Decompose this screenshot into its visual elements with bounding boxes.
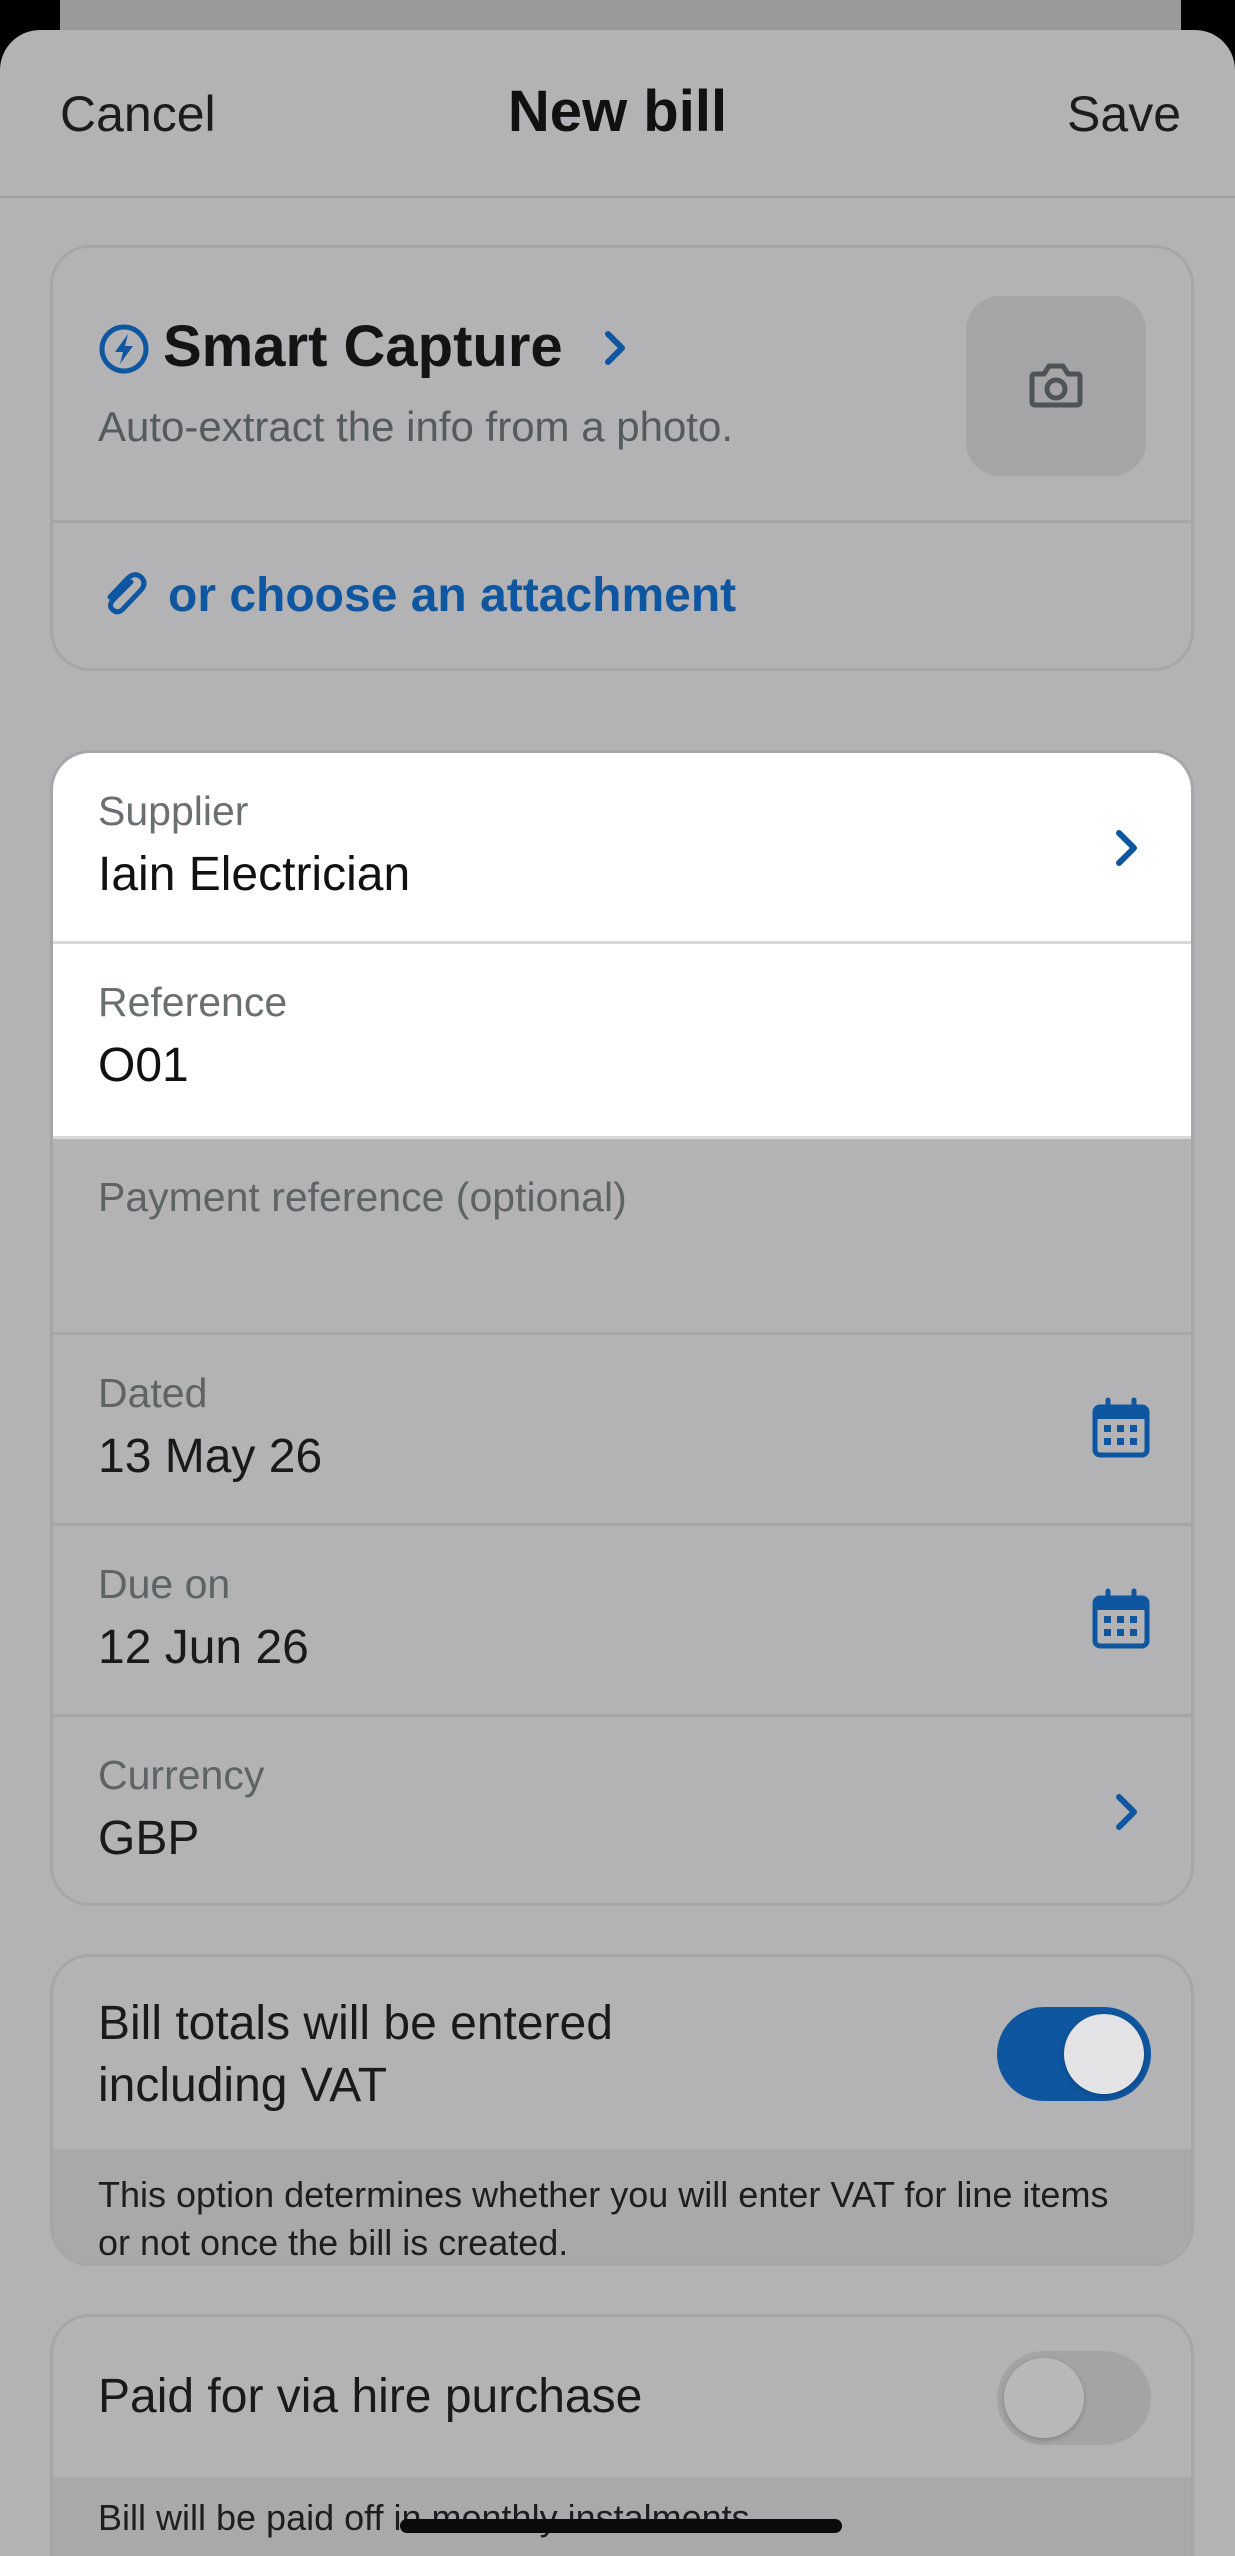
payment-reference-input[interactable]: Payment reference (optional) [98,1174,627,1221]
smart-capture-title: Smart Capture [163,314,563,379]
currency-label: Currency [98,1752,265,1798]
home-indicator [400,2519,842,2533]
calendar-icon[interactable] [1091,1588,1151,1650]
vat-toggle[interactable] [997,2007,1151,2101]
supplier-row[interactable]: Supplier Iain Electrician [53,753,1191,944]
dated-value: 13 May 26 [98,1430,323,1483]
chevron-right-icon [605,331,625,365]
page-title: New bill [507,79,728,144]
hire-purchase-label: Paid for via hire purchase [98,2370,643,2423]
toggle-knob [1064,2014,1144,2094]
vat-help-text: This option determines whether you will … [53,2149,1191,2263]
vat-row: Bill totals will be entered including VA… [53,1957,1191,2149]
save-button[interactable]: Save [1067,85,1181,143]
smart-capture-card: Smart Capture Auto-extract the info from… [50,245,1194,671]
smart-capture-row[interactable]: Smart Capture Auto-extract the info from… [53,248,1191,523]
supplier-value: Iain Electrician [98,848,411,901]
chevron-right-icon [1116,1794,1137,1830]
due-on-row[interactable]: Due on 12 Jun 26 [53,1526,1191,1717]
paperclip-icon [107,572,147,615]
currency-row[interactable]: Currency GBP [53,1717,1191,1903]
dated-row[interactable]: Dated 13 May 26 [53,1335,1191,1526]
smart-capture-bolt-icon [99,324,149,374]
toggle-knob [1004,2358,1084,2438]
due-on-value: 12 Jun 26 [98,1621,309,1674]
nav-bar: Cancel New bill Save [0,30,1235,198]
payment-reference-row[interactable]: Payment reference (optional) [53,1139,1191,1335]
reference-row[interactable]: Reference O01 [53,944,1191,1139]
hire-purchase-help-text: Bill will be paid off in monthly instalm… [53,2477,1191,2556]
calendar-icon[interactable] [1091,1397,1151,1459]
choose-attachment-row[interactable]: or choose an attachment [53,523,1191,668]
reference-label: Reference [98,979,288,1025]
vat-label: Bill totals will be entered including VA… [98,1997,613,2112]
new-bill-sheet: Cancel New bill Save Smart Capture Auto-… [0,30,1235,2556]
hire-purchase-toggle[interactable] [997,2351,1151,2445]
camera-icon [1029,363,1083,408]
reference-field[interactable]: O01 [98,1038,189,1093]
dated-label: Dated [98,1370,208,1416]
smart-capture-subtitle: Auto-extract the info from a photo. [98,403,734,450]
bill-details-card: Supplier Iain Electrician Reference O01 … [50,750,1194,1906]
choose-attachment-link[interactable]: or choose an attachment [168,568,736,623]
chevron-right-icon [1116,830,1137,866]
supplier-label: Supplier [98,788,249,834]
due-on-label: Due on [98,1561,231,1607]
vat-card: Bill totals will be entered including VA… [50,1954,1194,2266]
camera-button[interactable] [966,296,1146,476]
currency-value: GBP [98,1812,200,1865]
hire-purchase-row: Paid for via hire purchase [53,2317,1191,2477]
